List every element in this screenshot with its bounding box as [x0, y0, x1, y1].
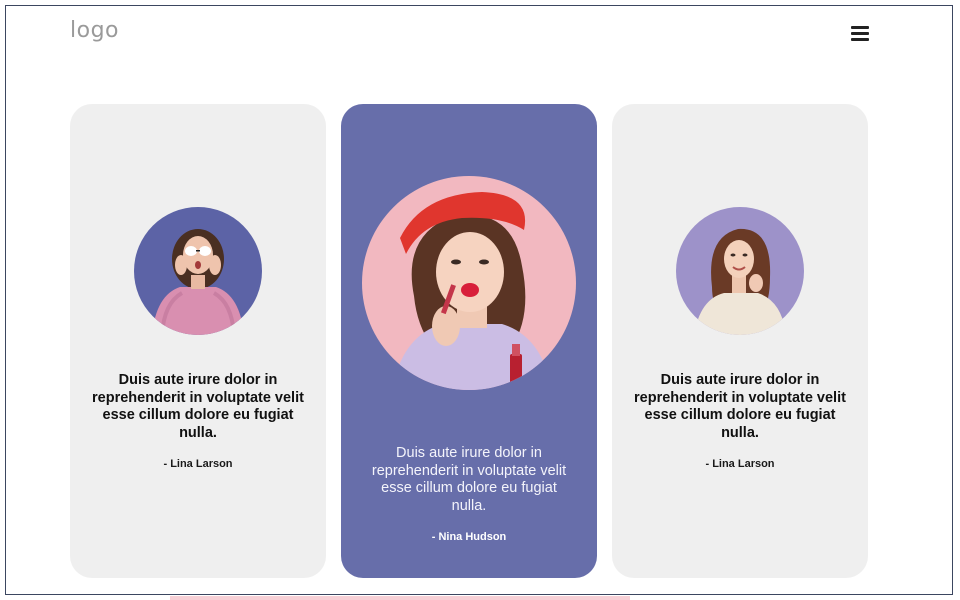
logo[interactable]: logo	[70, 18, 119, 43]
testimonial-author: - Lina Larson	[163, 458, 233, 470]
testimonial-quote: Duis aute irure dolor in reprehenderit i…	[634, 372, 846, 441]
testimonial-card[interactable]: Duis aute irure dolor in reprehenderit i…	[70, 104, 326, 578]
testimonial-card-active[interactable]: Duis aute irure dolor in reprehenderit i…	[341, 104, 597, 578]
woman-sunglasses-pink-sweater-photo	[134, 207, 262, 335]
testimonial-author: - Lina Larson	[705, 458, 775, 470]
woman-red-beret-lipstick-photo	[362, 176, 576, 390]
testimonial-author: - Nina Hudson	[431, 531, 507, 543]
testimonial-quote: Duis aute irure dolor in reprehenderit i…	[92, 372, 304, 441]
bottom-accent-strip	[170, 596, 630, 600]
hamburger-menu-icon[interactable]	[851, 26, 869, 42]
woman-white-sweater-smiling-photo	[676, 207, 804, 335]
testimonial-card[interactable]: Duis aute irure dolor in reprehenderit i…	[612, 104, 868, 578]
testimonial-quote: Duis aute irure dolor in reprehenderit i…	[371, 445, 567, 514]
